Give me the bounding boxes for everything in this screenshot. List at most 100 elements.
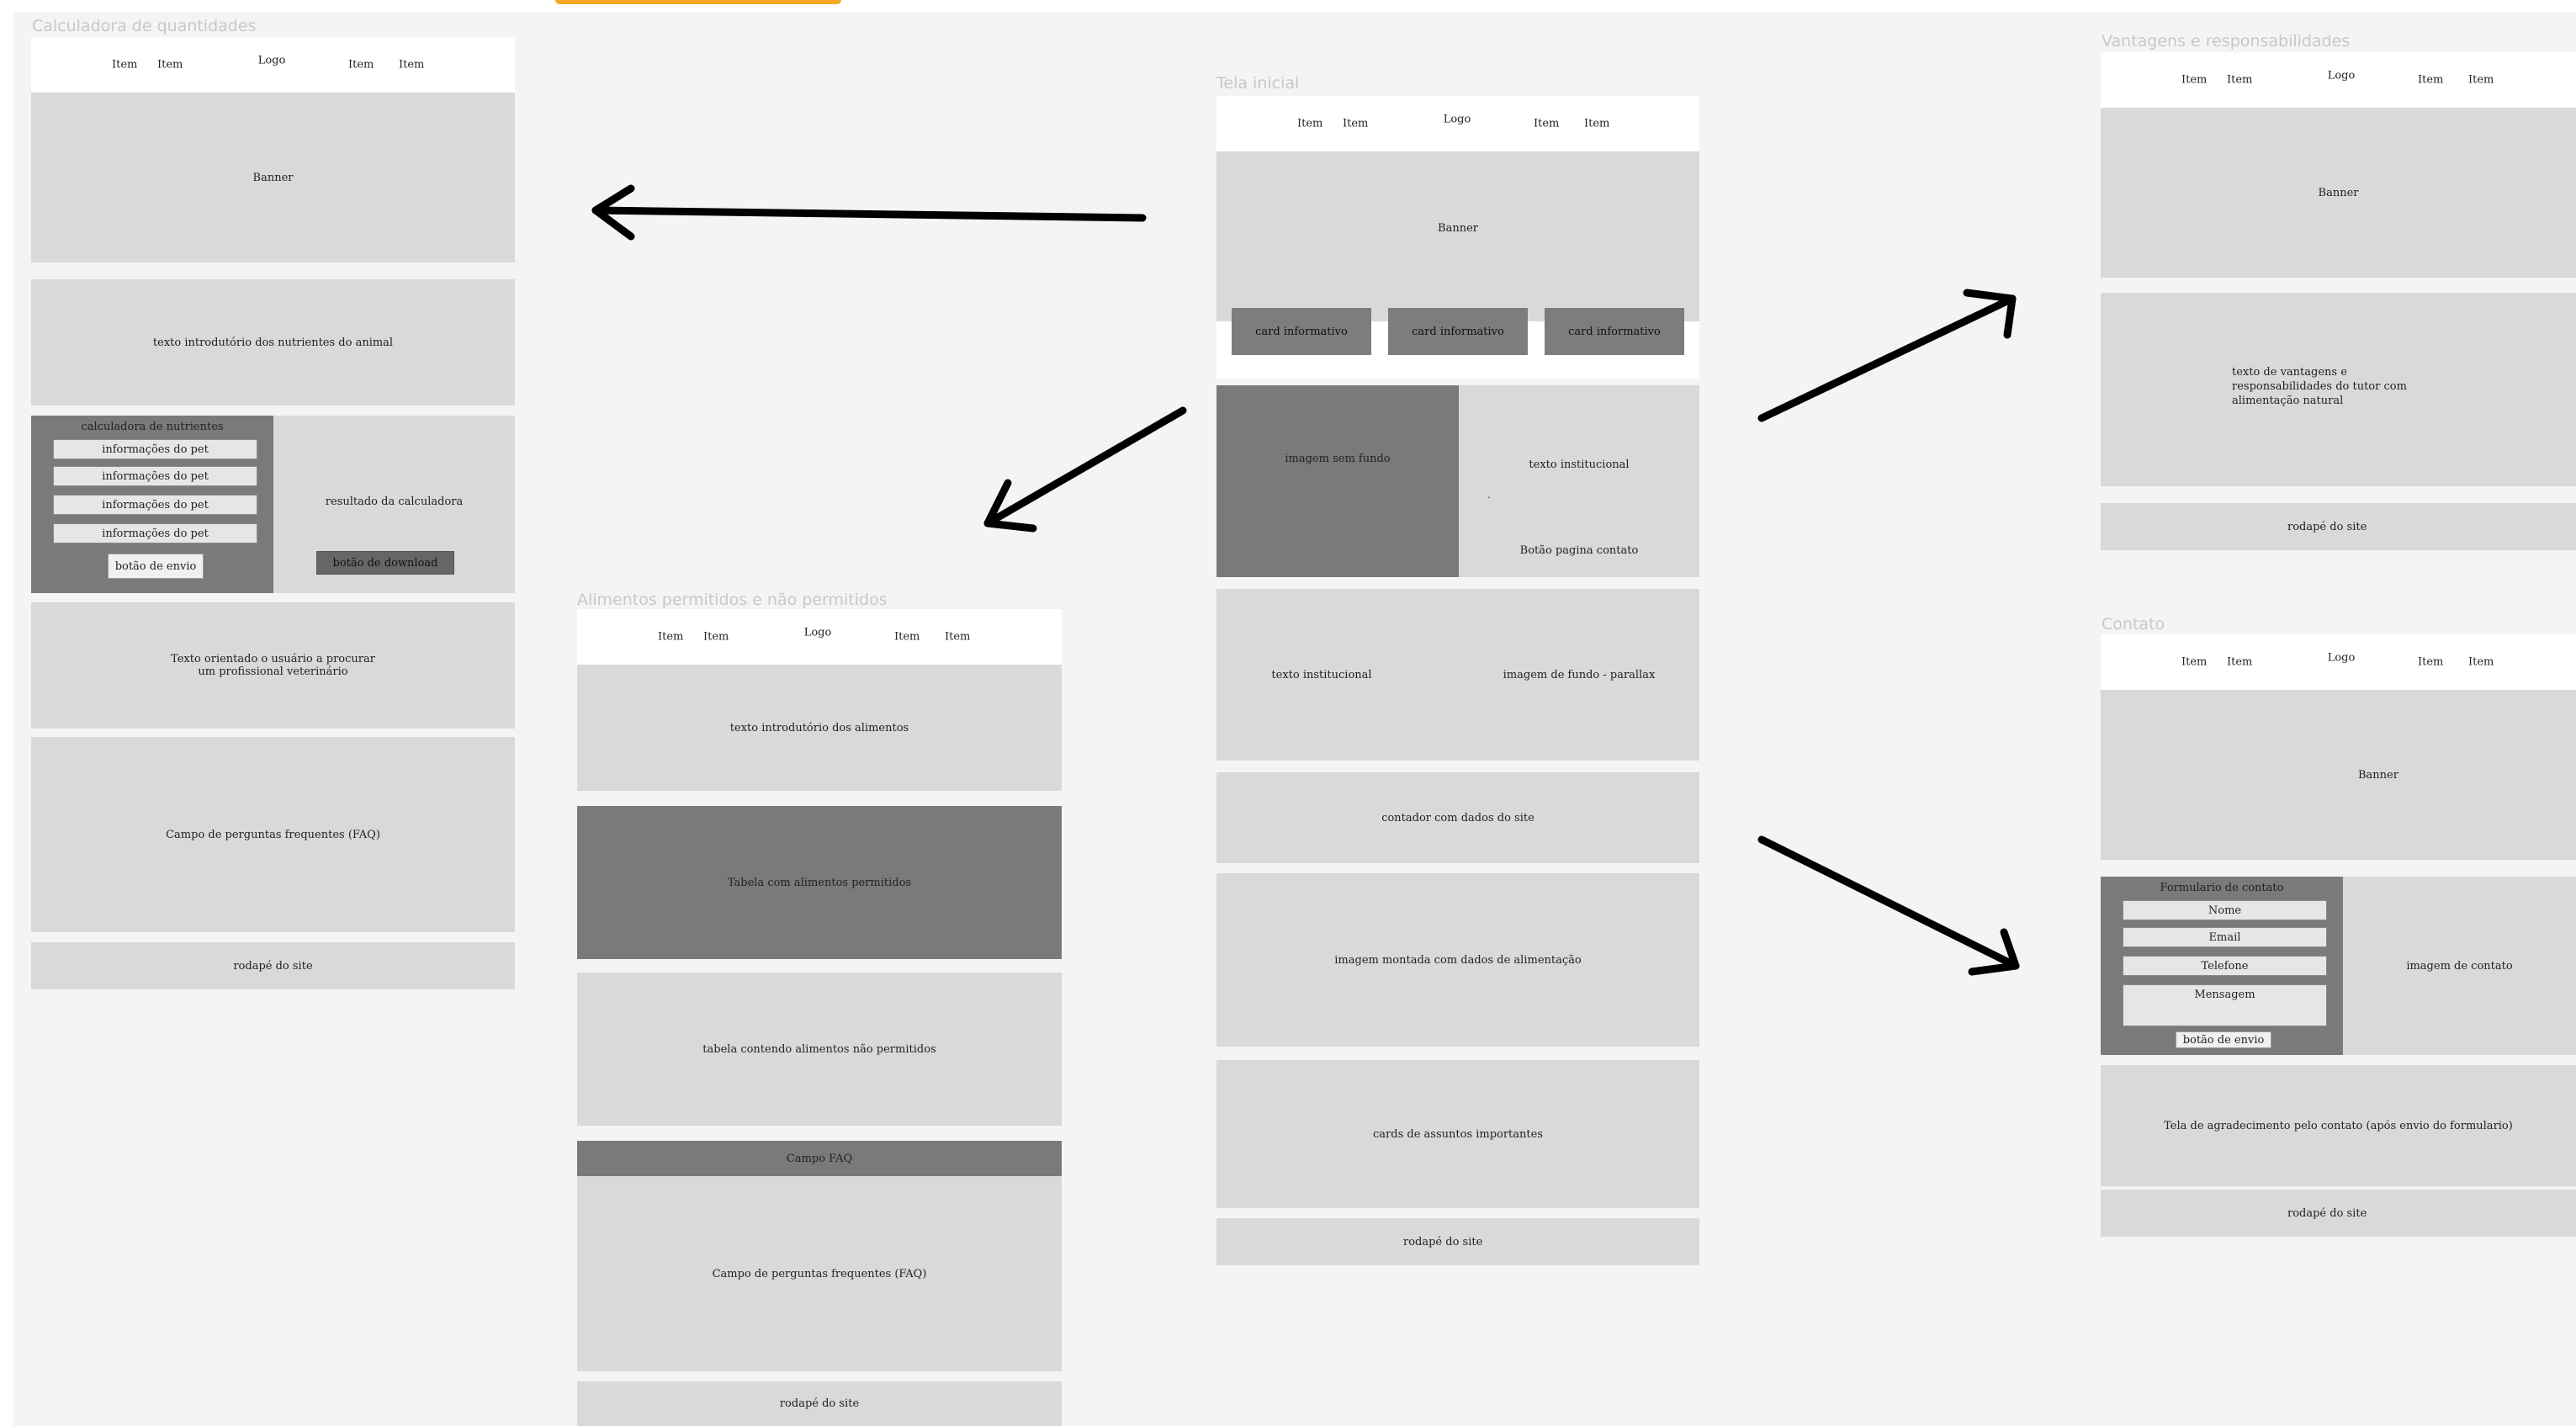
intro-text-block: texto introdutório dos alimentos: [577, 665, 1062, 791]
calculator-section: calculadora de nutrientes informações do…: [31, 416, 515, 593]
nav-logo[interactable]: Logo: [804, 626, 832, 639]
nav-item[interactable]: Item: [945, 631, 970, 644]
nav-item[interactable]: Item: [348, 59, 374, 72]
calculator-title: calculadora de nutrientes: [81, 420, 224, 433]
pet-info-field[interactable]: informações do pet: [53, 523, 257, 543]
frame-alimentos[interactable]: Item Item Logo Item Item texto introdutó…: [577, 609, 1062, 1426]
frame-title-calculadora[interactable]: Calculadora de quantidades: [32, 19, 256, 34]
advantages-text: texto de vantagens e responsabilidades d…: [2232, 365, 2407, 408]
advantages-text-line: responsabilidades do tutor com: [2232, 380, 2407, 393]
nav-item[interactable]: Item: [157, 59, 183, 72]
contact-form: Formulario de contato Nome Email Telefon…: [2101, 877, 2343, 1055]
nav-item[interactable]: Item: [2468, 656, 2494, 669]
download-button[interactable]: botão de download: [316, 551, 454, 575]
info-card[interactable]: card informativo: [1545, 308, 1684, 355]
nav-logo[interactable]: Logo: [2328, 69, 2356, 82]
nav-item[interactable]: Item: [2418, 656, 2443, 669]
nav-item[interactable]: Item: [112, 59, 137, 72]
advantages-text-block: texto de vantagens e responsabilidades d…: [2101, 293, 2576, 486]
nav-item[interactable]: Item: [2468, 74, 2494, 87]
nav-item[interactable]: Item: [1534, 118, 1559, 130]
institutional-section: imagem sem fundo texto institucional . B…: [1216, 385, 1699, 577]
frame-contato[interactable]: Item Item Logo Item Item Banner Formular…: [2101, 634, 2576, 1237]
info-card[interactable]: card informativo: [1388, 308, 1528, 355]
send-button[interactable]: botão de envio: [2176, 1031, 2271, 1048]
navbar: Item Item Logo Item Item: [31, 37, 515, 93]
nav-logo[interactable]: Logo: [1444, 113, 1471, 125]
contact-form-section: Formulario de contato Nome Email Telefon…: [2101, 877, 2576, 1055]
faq-header: Campo FAQ: [577, 1141, 1062, 1176]
nav-item[interactable]: Item: [2418, 74, 2443, 87]
pet-info-field[interactable]: informações do pet: [53, 439, 257, 459]
image-no-background: imagem sem fundo: [1216, 385, 1459, 577]
advantages-text-line: texto de vantagens e: [2232, 366, 2347, 379]
phone-field[interactable]: Telefone: [2123, 956, 2327, 976]
navbar: Item Item Logo Item Item: [577, 609, 1062, 665]
vet-guidance-text: Texto orientado o usuário a procurar um …: [31, 602, 515, 729]
nav-item[interactable]: Item: [1343, 118, 1368, 130]
footer: rodapé do site: [31, 942, 515, 989]
name-field[interactable]: Nome: [2123, 900, 2327, 920]
footer: rodapé do site: [1216, 1218, 1699, 1265]
faq-section: Campo de perguntas frequentes (FAQ): [577, 1176, 1062, 1371]
nav-item[interactable]: Item: [2227, 74, 2252, 87]
message-field[interactable]: Mensagem: [2123, 984, 2327, 1026]
nav-logo[interactable]: Logo: [2328, 651, 2356, 664]
nav-item[interactable]: Item: [703, 631, 729, 644]
nav-item[interactable]: Item: [2227, 656, 2252, 669]
vet-text-line: um profissional veterinário: [198, 665, 348, 678]
footer: rodapé do site: [2101, 503, 2576, 550]
navbar: Item Item Logo Item Item: [1216, 96, 1699, 151]
placeholder-dot: .: [1487, 489, 1491, 501]
vet-text-line: Texto orientado o usuário a procurar: [171, 653, 375, 665]
frame-tela-inicial[interactable]: Item Item Logo Item Item Banner card inf…: [1216, 96, 1699, 1265]
pet-info-field[interactable]: informações do pet: [53, 466, 257, 486]
advantages-text-line: alimentação natural: [2232, 395, 2344, 407]
thank-you-screen: Tela de agradecimento pelo contato (após…: [2101, 1065, 2576, 1186]
banner: Banner: [2101, 690, 2576, 860]
forbidden-foods-table: tabela contendo alimentos não permitidos: [577, 973, 1062, 1126]
nav-item[interactable]: Item: [2181, 74, 2207, 87]
allowed-foods-table: Tabela com alimentos permitidos: [577, 806, 1062, 959]
nav-item[interactable]: Item: [2181, 656, 2207, 669]
nav-item[interactable]: Item: [1584, 118, 1609, 130]
parallax-image: imagem de fundo - parallax: [1503, 668, 1656, 681]
institutional-text: texto institucional: [1271, 668, 1372, 681]
nav-logo[interactable]: Logo: [258, 54, 286, 66]
intro-text-block: texto introdutório dos nutrientes do ani…: [31, 279, 515, 406]
navbar: Item Item Logo Item Item: [2101, 634, 2576, 690]
nav-item[interactable]: Item: [1297, 118, 1322, 130]
send-button[interactable]: botão de envio: [108, 554, 204, 579]
nav-item[interactable]: Item: [399, 59, 424, 72]
navbar: Item Item Logo Item Item: [2101, 52, 2576, 108]
nav-item[interactable]: Item: [894, 631, 920, 644]
info-card[interactable]: card informativo: [1232, 308, 1371, 355]
parallax-section: texto institucional imagem de fundo - pa…: [1216, 589, 1699, 761]
hero-section: Banner card informativo card informativo…: [1216, 151, 1699, 379]
frame-title-home[interactable]: Tela inicial: [1216, 76, 1299, 92]
frame-title-alimentos[interactable]: Alimentos permitidos e não permitidos: [577, 592, 888, 608]
footer: rodapé do site: [2101, 1190, 2576, 1237]
topic-cards: cards de assuntos importantes: [1216, 1060, 1699, 1208]
frame-title-vantagens[interactable]: Vantagens e responsabilidades: [2102, 34, 2350, 50]
banner: Banner: [1216, 151, 1699, 321]
calculator-result: resultado da calculadora: [325, 495, 464, 508]
frame-vantagens[interactable]: Item Item Logo Item Item Banner texto de…: [2101, 52, 2576, 550]
banner: Banner: [31, 93, 515, 262]
contact-page-button[interactable]: Botão pagina contato: [1459, 542, 1699, 559]
banner: Banner: [2101, 108, 2576, 278]
frame-title-contato[interactable]: Contato: [2102, 617, 2165, 633]
nav-item[interactable]: Item: [658, 631, 683, 644]
institutional-text: texto institucional: [1529, 458, 1630, 471]
site-counter: contador com dados do site: [1216, 772, 1699, 863]
contact-form-title: Formulario de contato: [2160, 881, 2284, 894]
canvas-top-accent: [555, 0, 841, 4]
pet-info-field[interactable]: informações do pet: [53, 495, 257, 515]
frame-calculadora[interactable]: Item Item Logo Item Item Banner texto in…: [31, 37, 515, 989]
email-field[interactable]: Email: [2123, 927, 2327, 947]
faq-section: Campo de perguntas frequentes (FAQ): [31, 737, 515, 932]
footer: rodapé do site: [577, 1381, 1062, 1426]
contact-image: imagem de contato: [2406, 959, 2513, 973]
feeding-data-image: imagem montada com dados de alimentação: [1216, 873, 1699, 1047]
calculator-panel: calculadora de nutrientes informações do…: [31, 416, 273, 593]
